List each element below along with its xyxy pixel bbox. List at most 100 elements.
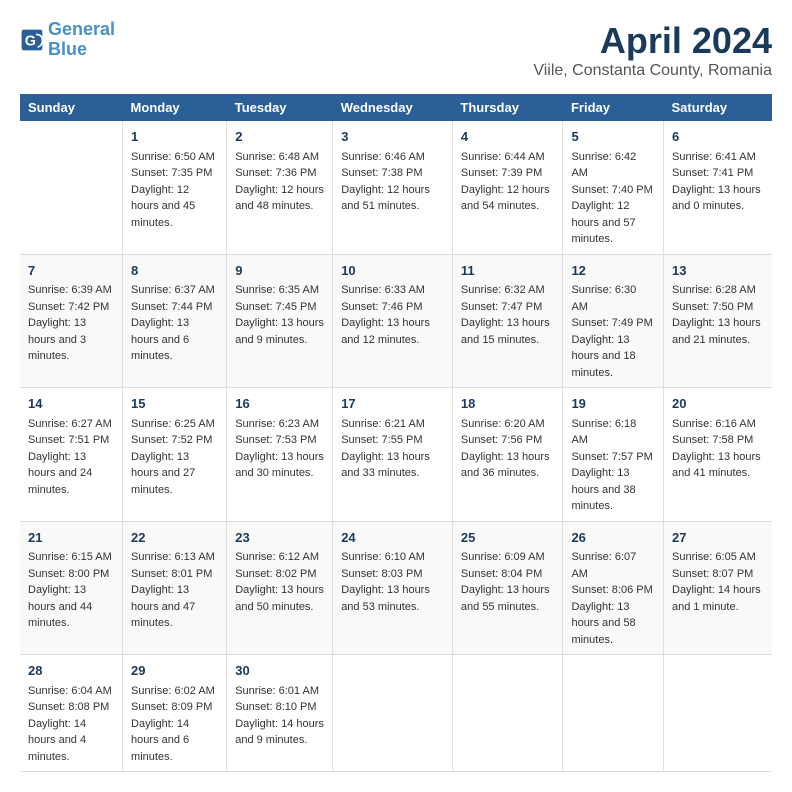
sunrise-text: Sunrise: 6:32 AM (461, 284, 545, 296)
sunset-text: Sunset: 8:03 PM (341, 568, 422, 580)
sunrise-text: Sunrise: 6:39 AM (28, 284, 112, 296)
calendar-cell: 17Sunrise: 6:21 AMSunset: 7:55 PMDayligh… (333, 388, 453, 522)
day-number: 29 (131, 661, 218, 681)
sunset-text: Sunset: 7:56 PM (461, 434, 542, 446)
sunrise-text: Sunrise: 6:07 AM (571, 551, 636, 580)
sunrise-text: Sunrise: 6:10 AM (341, 551, 425, 563)
calendar-cell: 22 Sunrise: 6:13 AM Sunset: 8:01 PM Dayligh… (123, 521, 227, 655)
sunset-text: Sunset: 7:38 PM (341, 167, 422, 179)
page-title: April 2024 (533, 20, 772, 62)
sunrise-text: Sunrise: 6:01 AM (235, 685, 319, 697)
day-number: 23 (235, 528, 324, 548)
sunrise-text: Sunrise: 6:21 AM (341, 418, 425, 430)
calendar-cell: 11Sunrise: 6:32 AMSunset: 7:47 PMDayligh… (452, 254, 563, 388)
daylight-text: Daylight: 13 hours and 47 minutes. (131, 584, 195, 629)
daylight-text: Daylight: 13 hours and 44 minutes. (28, 584, 92, 629)
sunrise-text: Sunrise: 6:18 AM (571, 418, 636, 447)
calendar-cell: 2Sunrise: 6:48 AMSunset: 7:36 PMDaylight… (227, 121, 333, 254)
sunrise-text: Sunrise: 6:13 AM (131, 551, 215, 563)
daylight-text: Daylight: 13 hours and 30 minutes. (235, 451, 324, 480)
calendar-cell (452, 655, 563, 772)
daylight-text: Daylight: 14 hours and 1 minute. (672, 584, 761, 613)
sunset-text: Sunset: 8:09 PM (131, 701, 212, 713)
sunrise-text: Sunrise: 6:04 AM (28, 685, 112, 697)
day-number: 7 (28, 261, 114, 281)
day-number: 22 (131, 528, 218, 548)
day-number: 4 (461, 127, 555, 147)
sunset-text: Sunset: 8:06 PM (571, 584, 652, 596)
sunset-text: Sunset: 7:47 PM (461, 301, 542, 313)
calendar-cell (333, 655, 453, 772)
day-number: 13 (672, 261, 764, 281)
daylight-text: Daylight: 13 hours and 12 minutes. (341, 317, 430, 346)
daylight-text: Daylight: 12 hours and 48 minutes. (235, 184, 324, 213)
calendar-cell (563, 655, 664, 772)
sunset-text: Sunset: 7:57 PM (571, 451, 652, 463)
daylight-text: Daylight: 13 hours and 27 minutes. (131, 451, 195, 496)
day-number: 16 (235, 394, 324, 414)
sunrise-text: Sunrise: 6:35 AM (235, 284, 319, 296)
logo-text: General Blue (48, 20, 115, 60)
sunset-text: Sunset: 7:49 PM (571, 317, 652, 329)
day-number: 28 (28, 661, 114, 681)
daylight-text: Daylight: 13 hours and 55 minutes. (461, 584, 550, 613)
sunset-text: Sunset: 8:07 PM (672, 568, 753, 580)
day-number: 5 (571, 127, 655, 147)
sunrise-text: Sunrise: 6:28 AM (672, 284, 756, 296)
sunset-text: Sunset: 7:45 PM (235, 301, 316, 313)
calendar-table: SundayMondayTuesdayWednesdayThursdayFrid… (20, 94, 772, 772)
sunset-text: Sunset: 7:41 PM (672, 167, 753, 179)
daylight-text: Daylight: 13 hours and 58 minutes. (571, 601, 635, 646)
sunset-text: Sunset: 7:42 PM (28, 301, 109, 313)
calendar-header-saturday: Saturday (664, 94, 773, 121)
sunrise-text: Sunrise: 6:09 AM (461, 551, 545, 563)
sunrise-text: Sunrise: 6:46 AM (341, 151, 425, 163)
day-number: 18 (461, 394, 555, 414)
calendar-cell: 20Sunrise: 6:16 AMSunset: 7:58 PMDayligh… (664, 388, 773, 522)
day-number: 27 (672, 528, 764, 548)
calendar-cell: 12Sunrise: 6:30 AMSunset: 7:49 PMDayligh… (563, 254, 664, 388)
day-number: 25 (461, 528, 555, 548)
sunset-text: Sunset: 7:50 PM (672, 301, 753, 313)
sunrise-text: Sunrise: 6:48 AM (235, 151, 319, 163)
day-number: 24 (341, 528, 444, 548)
calendar-cell: 30Sunrise: 6:01 AMSunset: 8:10 PMDayligh… (227, 655, 333, 772)
sunset-text: Sunset: 8:10 PM (235, 701, 316, 713)
day-number: 9 (235, 261, 324, 281)
sunrise-text: Sunrise: 6:12 AM (235, 551, 319, 563)
calendar-cell: 10Sunrise: 6:33 AMSunset: 7:46 PMDayligh… (333, 254, 453, 388)
page-subtitle: Viile, Constanta County, Romania (533, 62, 772, 80)
sunset-text: Sunset: 8:04 PM (461, 568, 542, 580)
day-number: 30 (235, 661, 324, 681)
sunset-text: Sunset: 8:02 PM (235, 568, 316, 580)
day-number: 20 (672, 394, 764, 414)
sunset-text: Sunset: 7:55 PM (341, 434, 422, 446)
calendar-cell: 26 Sunrise: 6:07 AM Sunset: 8:06 PM Dayligh… (563, 521, 664, 655)
day-number: 14 (28, 394, 114, 414)
calendar-week-row-3: 21Sunrise: 6:15 AMSunset: 8:00 PMDayligh… (20, 521, 772, 655)
daylight-text: Daylight: 14 hours and 4 minutes. (28, 718, 86, 763)
sunrise-text: Sunrise: 6:25 AM (131, 418, 215, 430)
calendar-cell: 19Sunrise: 6:18 AMSunset: 7:57 PMDayligh… (563, 388, 664, 522)
sunset-text: Sunset: 7:52 PM (131, 434, 212, 446)
logo: G General Blue (20, 20, 115, 60)
sunset-text: Sunset: 7:39 PM (461, 167, 542, 179)
sunset-text: Sunset: 7:46 PM (341, 301, 422, 313)
daylight-text: Daylight: 13 hours and 24 minutes. (28, 451, 92, 496)
calendar-week-row-1: 7 Sunrise: 6:39 AM Sunset: 7:42 PM Daylight… (20, 254, 772, 388)
title-section: April 2024 Viile, Constanta County, Roma… (533, 20, 772, 80)
daylight-text: Daylight: 13 hours and 53 minutes. (341, 584, 430, 613)
calendar-header-monday: Monday (123, 94, 227, 121)
daylight-text: Daylight: 13 hours and 6 minutes. (131, 317, 189, 362)
sunset-text: Sunset: 8:01 PM (131, 568, 212, 580)
sunset-text: Sunset: 8:08 PM (28, 701, 109, 713)
calendar-cell: 6Sunrise: 6:41 AMSunset: 7:41 PMDaylight… (664, 121, 773, 254)
calendar-week-row-2: 14Sunrise: 6:27 AMSunset: 7:51 PMDayligh… (20, 388, 772, 522)
calendar-cell: 16Sunrise: 6:23 AMSunset: 7:53 PMDayligh… (227, 388, 333, 522)
logo-icon: G (20, 28, 44, 52)
day-number: 26 (571, 528, 655, 548)
sunrise-text: Sunrise: 6:16 AM (672, 418, 756, 430)
sunset-text: Sunset: 7:51 PM (28, 434, 109, 446)
day-number: 6 (672, 127, 764, 147)
day-number: 15 (131, 394, 218, 414)
